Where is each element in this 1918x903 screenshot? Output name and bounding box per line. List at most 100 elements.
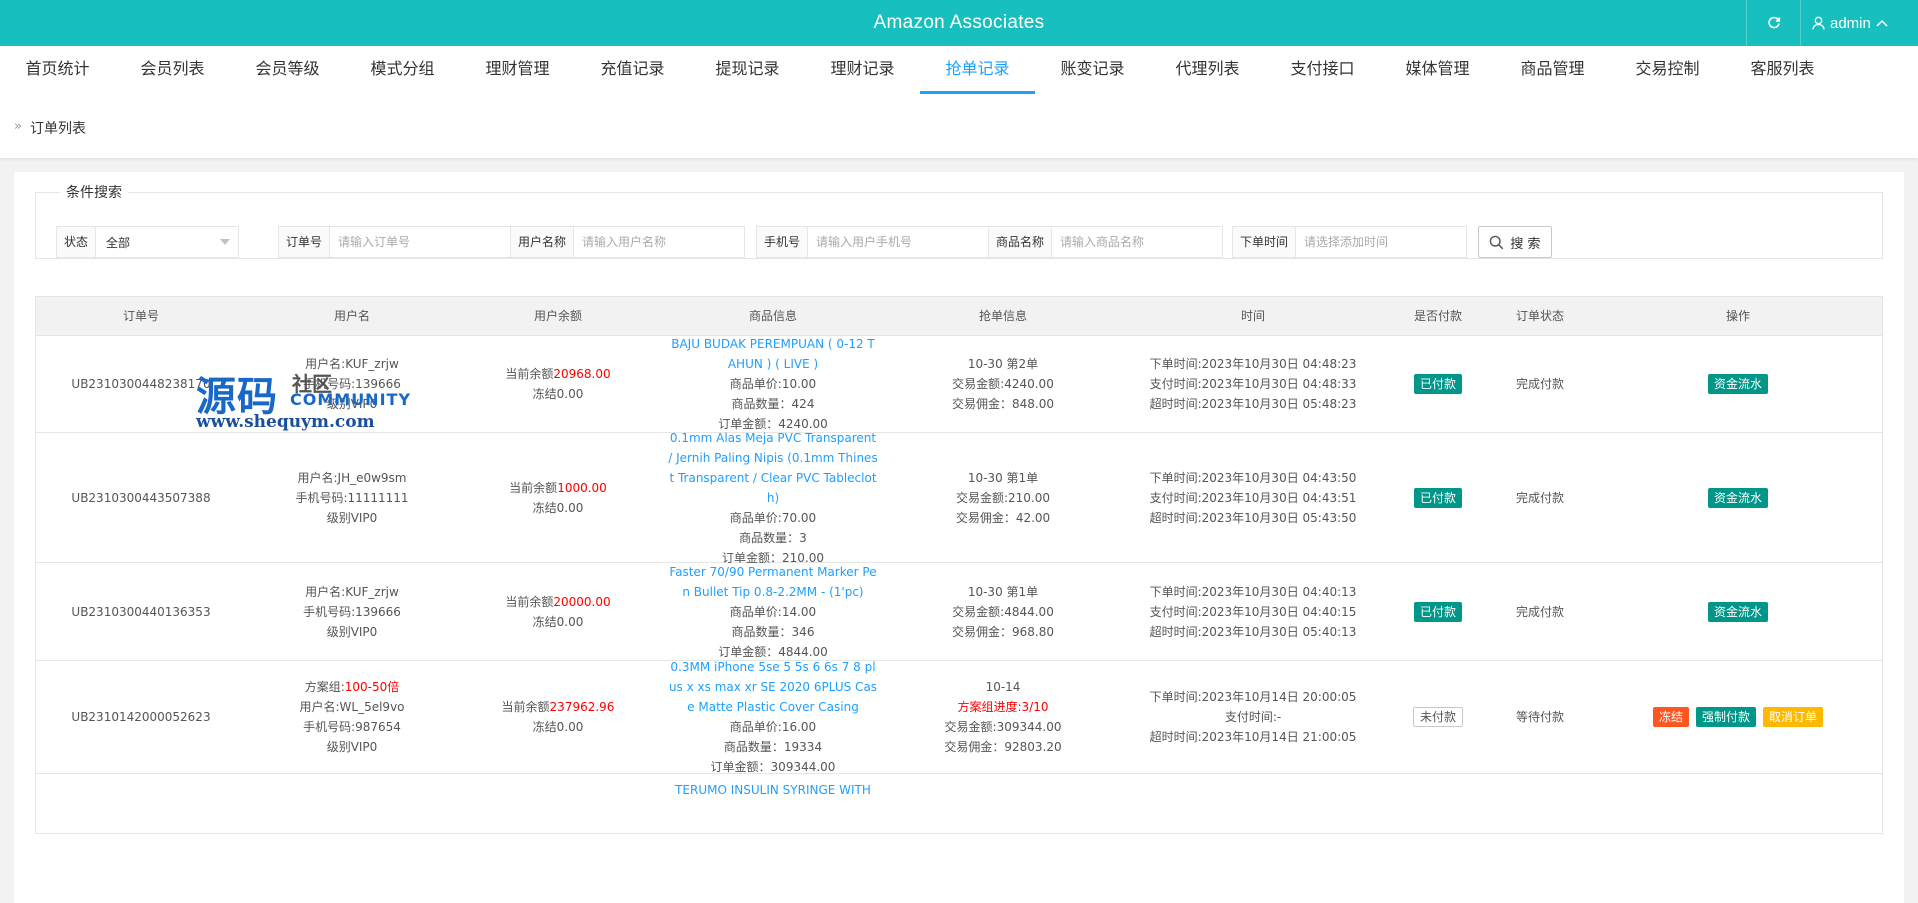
status-select[interactable]: 状态 全部 [56, 226, 239, 258]
nav-item-4[interactable]: 模式分组 [345, 46, 460, 94]
order-time-input[interactable] [1296, 227, 1466, 257]
column-header: 商品信息 [748, 309, 797, 323]
user-line: 用户名:JH_e0w9sm [297, 470, 407, 485]
order-time-field: 下单时间 [1232, 226, 1467, 258]
grab-info: 10-30 第1单 交易金额:210.00 交易佣金：42.00 [888, 433, 1118, 562]
nav-item-6[interactable]: 充值记录 [575, 46, 690, 94]
nav-item-13[interactable]: 媒体管理 [1380, 46, 1495, 94]
order-no-label: 订单号 [279, 227, 331, 257]
search-button[interactable]: 搜 索 [1478, 226, 1552, 258]
order-number: UB2310300440136353 [36, 563, 246, 660]
user-line: 级别VIP0 [326, 624, 378, 639]
phone-input[interactable] [808, 227, 990, 257]
nav-item-7[interactable]: 提现记录 [690, 46, 805, 94]
time-line: 下单时间:2023年10月30日 04:40:13 [1149, 584, 1357, 599]
order-number-text: UB2310300443507388 [71, 490, 211, 505]
username-input[interactable] [574, 227, 744, 257]
grab-info: 10-30 第1单 交易金额:4844.00 交易佣金：968.80 [888, 563, 1118, 660]
username-field: 用户名称 [510, 226, 745, 258]
grab-info: 10-30 第2单 交易金额:4240.00 交易佣金：848.00 [888, 336, 1118, 432]
nav-item-8[interactable]: 理财记录 [805, 46, 920, 94]
nav-item-11[interactable]: 代理列表 [1150, 46, 1265, 94]
time-line: 下单时间:2023年10月30日 04:48:23 [1149, 357, 1357, 371]
product-input[interactable] [1052, 227, 1222, 257]
order-no-input[interactable] [330, 227, 512, 257]
time-info: 下单时间:2023年10月14日 20:00:05 支付时间:- 超时时间:2023… [1118, 661, 1388, 773]
time-info: 下单时间:2023年10月30日 04:48:23 支付时间:2023年10月30… [1118, 336, 1388, 432]
actions: 资金流水 [1592, 563, 1884, 660]
table-row: UB2310142000052623 方案组:100-50倍 用户名:WL_5el9… [35, 660, 1883, 774]
balance-value: 237962.96 [549, 700, 615, 714]
freeze-button[interactable]: 冻结 [1652, 707, 1689, 727]
cancel-order-button[interactable]: 取消订单 [1763, 707, 1824, 727]
user-line: 用户名:KUF_zrjw [305, 584, 399, 599]
nav-item-5[interactable]: 理财管理 [460, 46, 575, 94]
fund-flow-button[interactable]: 资金流水 [1707, 601, 1768, 622]
time-line: 下单时间:2023年10月30日 04:43:50 [1149, 470, 1357, 485]
product-line: 商品单价:16.00 [729, 720, 817, 734]
product-link[interactable]: TERUMO INSULIN SYRINGE WITH [668, 780, 878, 800]
username: admin [1830, 14, 1871, 32]
time-line: 下单时间:2023年10月14日 20:00:05 [1149, 690, 1357, 704]
actions: 资金流水 [1592, 433, 1884, 562]
app-title: Amazon Associates [873, 12, 1045, 33]
product-line: 商品数量：424 [731, 397, 815, 411]
balance-label: 当前余额 [509, 480, 558, 495]
product-link[interactable]: BAJU BUDAK PEREMPUAN ( 0-12 TAHUN ) ( LI… [668, 334, 878, 374]
scheme-group: 方案组:100-50倍 [305, 677, 400, 697]
product-link[interactable]: 0.1mm Alas Meja PVC Transparent / Jernih… [668, 428, 878, 508]
user-info: 方案组:100-50倍 用户名:WL_5el9vo 手机号码:987654 级别VIP… [246, 661, 458, 773]
refresh-button[interactable] [1748, 0, 1800, 46]
paid-badge: 已付款 [1413, 374, 1462, 394]
order-no-field: 订单号 [278, 226, 513, 258]
grab-line: 10-30 第1单 [967, 584, 1039, 599]
force-pay-button[interactable]: 强制付款 [1695, 707, 1756, 727]
column-header: 用户余额 [533, 309, 582, 323]
balance-value: 20968.00 [553, 367, 611, 381]
orders-table: 订单号 用户名 用户余额 商品信息 抢单信息 时间 是否付款 订单状态 操作 UB2310300… [35, 296, 1883, 834]
fund-flow-button[interactable]: 资金流水 [1707, 487, 1768, 508]
grab-line: 交易金额:309344.00 [944, 720, 1062, 734]
balance-info: 当前余额20000.00 冻结0.00 [458, 563, 658, 660]
frozen-balance: 冻结0.00 [532, 500, 584, 515]
grab-line: 交易金额:4844.00 [952, 604, 1054, 619]
search-button-label: 搜 索 [1510, 236, 1541, 252]
product-link[interactable]: 0.3MM iPhone 5se 5 5s 6 6s 7 8 plus x xs… [668, 657, 878, 717]
nav-item-15[interactable]: 交易控制 [1610, 46, 1725, 94]
grab-line: 交易佣金：92803.20 [944, 740, 1062, 754]
balance-value: 1000.00 [557, 480, 607, 495]
order-number-text: UB2310300448238170 [71, 377, 211, 391]
user-info: 用户名:KUF_zrjw 手机号码:139666 级别VIP0 [246, 336, 458, 432]
status-label: 状态 [57, 227, 97, 257]
fund-flow-button[interactable]: 资金流水 [1707, 374, 1768, 394]
status-value[interactable]: 全部 [96, 227, 238, 257]
nav-item-14[interactable]: 商品管理 [1495, 46, 1610, 94]
grab-line: 方案组进度:3/10 [957, 700, 1049, 714]
product-field: 商品名称 [988, 226, 1223, 258]
nav-item-12[interactable]: 支付接口 [1265, 46, 1380, 94]
nav-item-3[interactable]: 会员等级 [230, 46, 345, 94]
user-line: 手机号码:139666 [303, 604, 401, 619]
refresh-icon [1768, 16, 1781, 29]
column-header: 用户名 [333, 309, 370, 323]
nav-item-10[interactable]: 账变记录 [1035, 46, 1150, 94]
table-row: UB2310300443507388 用户名:JH_e0w9sm 手机号码:1111… [35, 431, 1884, 565]
order-time-label: 下单时间 [1233, 227, 1297, 257]
nav-item-2[interactable]: 会员列表 [115, 46, 230, 94]
nav-item-9[interactable]: 抢单记录 [920, 46, 1035, 94]
product-info: 0.3MM iPhone 5se 5 5s 6 6s 7 8 plus x xs… [658, 660, 888, 774]
grab-line: 10-30 第2单 [967, 357, 1039, 371]
nav-item-1[interactable]: 首页统计 [0, 46, 115, 94]
product-info: Faster 70/90 Permanent Marker Pen Bullet… [658, 563, 888, 660]
balance-label: 当前余额 [505, 594, 554, 609]
user-menu[interactable]: admin [1812, 0, 1888, 46]
paid-badge: 未付款 [1412, 707, 1463, 727]
column-header: 时间 [1240, 309, 1265, 323]
caret-down-icon [220, 239, 230, 245]
grab-line: 交易佣金：42.00 [955, 510, 1051, 525]
product-link[interactable]: Faster 70/90 Permanent Marker Pen Bullet… [668, 562, 878, 602]
grab-line: 10-14 [985, 680, 1021, 694]
breadcrumb-label: 订单列表 [30, 121, 86, 137]
nav-item-16[interactable]: 客服列表 [1725, 46, 1840, 94]
product-line: 商品数量：3 [739, 530, 807, 545]
